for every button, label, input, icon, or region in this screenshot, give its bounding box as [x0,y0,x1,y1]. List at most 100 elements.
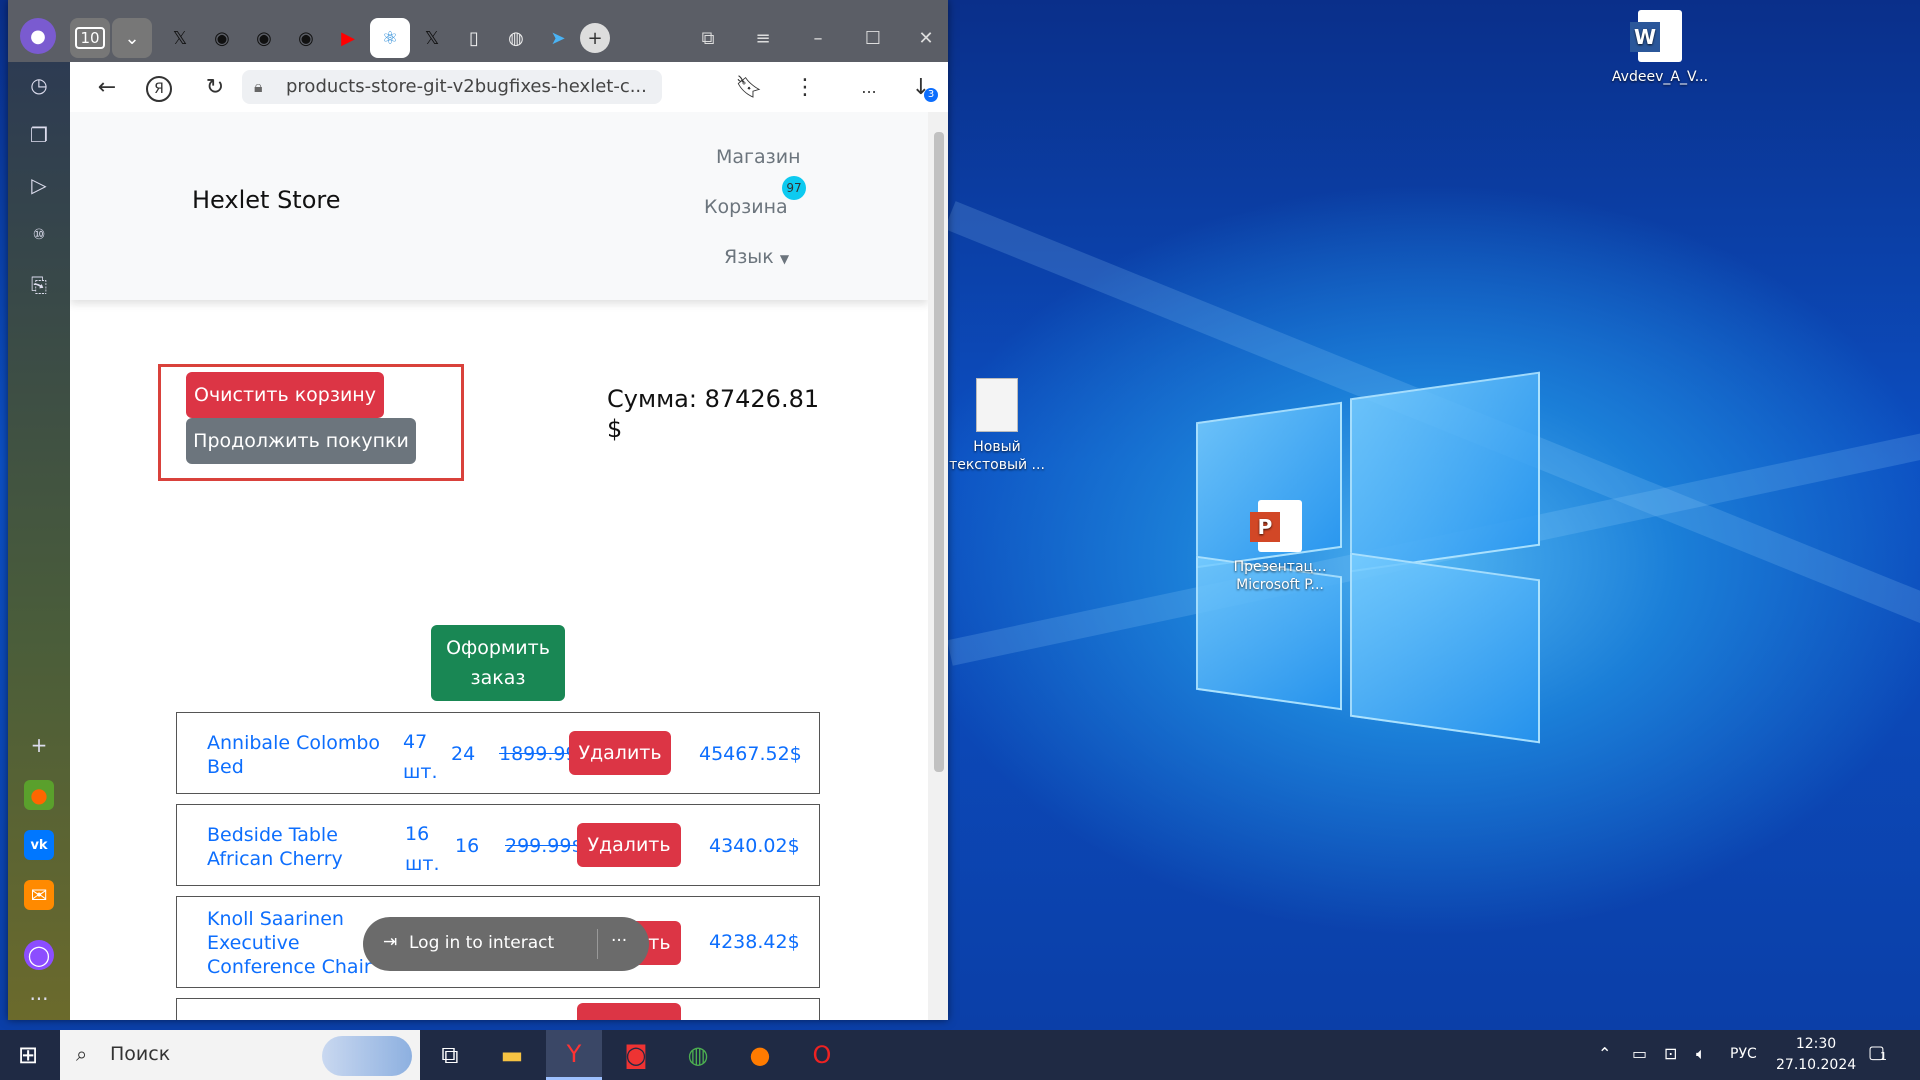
tab-github-icon[interactable]: ◉ [202,18,242,58]
item-stock: 16 [455,835,480,857]
tab-react-icon[interactable]: ⚛ [370,18,410,58]
tab-github-icon[interactable]: ◉ [244,18,284,58]
start-button[interactable]: ⊞ [0,1030,56,1080]
show-hidden-icons[interactable]: ⌃ [1598,1044,1611,1063]
more-options-icon[interactable]: ··· [611,931,627,951]
new-tab-button[interactable]: + [580,23,610,53]
desktop-icon-text-file[interactable]: Новый текстовый ... [937,378,1057,474]
nav-language-dropdown[interactable]: Язык ▼ [724,246,789,268]
browser-toolbar: ← Я ↻ 🔒︎ products-store-git-v2bugfixes-h… [70,62,948,112]
close-icon[interactable]: ✕ [906,18,946,58]
file-explorer-icon[interactable]: ▬ [484,1030,540,1080]
caret-down-icon: ▼ [779,252,790,266]
screenshot-icon[interactable]: ⎘ [24,270,54,300]
yandex-browser-icon[interactable]: Y [546,1030,602,1080]
volume-icon[interactable]: 🔈︎ [1696,1044,1706,1064]
desktop-icon-label: текстовый ... [949,457,1045,473]
cart-count-badge: 97 [782,176,806,200]
text-file-icon [976,378,1018,432]
windows-logo-pane [1350,371,1540,573]
item-stock: 24 [451,743,476,765]
maximize-icon[interactable]: ☐ [853,18,893,58]
delete-item-button[interactable]: Удалить [569,731,671,775]
item-total: 4340.02$ [709,835,800,857]
tabs-counter-icon[interactable]: ⑩ [24,220,54,250]
nav-cart-link[interactable]: Корзина 97 [704,176,806,218]
continue-shopping-button[interactable]: Продолжить покупки [186,418,416,464]
yandex-icon[interactable]: Я [146,76,172,102]
item-quantity: 16 шт. [405,823,440,875]
reload-icon[interactable]: ↻ [200,72,230,102]
page-menu-icon[interactable]: ⋮ [790,72,820,102]
bookmarks-icon[interactable]: ⧉ [688,18,728,58]
checkout-button[interactable]: Оформить заказ [431,625,565,701]
add-panel-icon[interactable]: + [24,730,54,760]
mail-icon[interactable]: ✉ [24,880,54,910]
desktop-icon-powerpoint[interactable]: P Презентац... Microsoft P... [1220,500,1340,594]
chrome-icon[interactable]: ◍ [670,1030,726,1080]
login-label: Log in to interact [409,933,555,953]
login-prompt[interactable]: ⇥ Log in to interact ··· [363,917,649,971]
tab-youtube-icon[interactable]: ▶ [328,18,368,58]
nav-shop-link[interactable]: Магазин [716,146,801,168]
minimize-icon[interactable]: – [798,18,838,58]
more-icon[interactable]: ··· [24,984,54,1014]
tab-x-icon[interactable]: 𝕏 [160,18,200,58]
tabs-dropdown-icon[interactable]: ⌄ [112,18,152,58]
extensions-more-button[interactable]: ... [854,72,884,102]
desktop-icon-label: Новый [973,439,1021,455]
cart-item-row: Bedside Table African Cherry 16 шт. 16 2… [176,804,820,886]
tab-document-icon[interactable]: ▯ [454,18,494,58]
address-text: products-store-git-v2bugfixes-hexlet-c..… [286,76,647,97]
desktop-icon-label: Презентац... [1233,559,1327,575]
app-icon[interactable]: ● [24,780,54,810]
input-language[interactable]: РУС [1730,1046,1757,1062]
collections-icon[interactable]: ❐ [24,120,54,150]
windows-logo-pane [1350,552,1540,744]
cart-item-row: Annibale Colombo Bed 47 шт. 24 1899.99$ … [176,712,820,794]
address-bar[interactable]: 🔒︎ products-store-git-v2bugfixes-hexlet-… [242,70,662,104]
browser-window: ● 10 ⌄ 𝕏 ◉ ◉ ◉ ▶ ⚛ 𝕏 ▯ ◍ ➤ + ⧉ ≡ – ☐ ✕ ◷… [8,0,948,1020]
scrollbar-thumb[interactable] [934,132,944,772]
menu-icon[interactable]: ≡ [743,18,783,58]
item-name-link[interactable]: Knoll Saarinen Executive Conference Chai… [207,907,372,979]
tab-group-counter[interactable]: 10 [70,18,110,58]
taskbar-search-box[interactable]: ⌕ Поиск [60,1030,420,1080]
battery-icon[interactable]: ▭ [1632,1044,1647,1063]
history-icon[interactable]: ◷ [24,70,54,100]
word-file-icon: W [1630,10,1682,62]
recorder-icon[interactable]: ◙ [608,1030,664,1080]
item-price: 299.99$ [505,835,584,857]
item-name-link[interactable]: Bedside Table African Cherry [207,823,343,871]
network-icon[interactable]: ⊡ [1664,1044,1677,1063]
cart-sum: Сумма: 87426.81 $ [607,385,820,443]
delete-item-button[interactable]: Удалить [577,823,681,867]
video-icon[interactable]: ▷ [24,170,54,200]
brand-link[interactable]: Hexlet Store [192,186,341,214]
tab-github-icon[interactable]: ◉ [286,18,326,58]
back-icon[interactable]: ← [92,72,122,102]
vk-icon[interactable]: vk [24,830,54,860]
tab-telegram-icon[interactable]: ➤ [538,18,578,58]
downloads-icon[interactable]: ↓ 3 [906,72,938,102]
search-icon: ⌕ [76,1042,88,1066]
alice-assistant-icon[interactable]: ◯ [24,940,54,970]
store-navbar: Hexlet Store Магазин Корзина 97 Язык ▼ [70,112,928,300]
item-name-link[interactable]: Annibale Colombo Bed [207,731,380,779]
clock[interactable]: 12:30 27.10.2024 [1776,1034,1856,1076]
profile-avatar-icon[interactable]: ● [20,18,56,54]
task-view-icon[interactable]: ⧉ [422,1030,478,1080]
page-scrollbar[interactable] [928,112,948,1020]
tab-globe-icon[interactable]: ◍ [496,18,536,58]
bookmark-icon[interactable]: 🔖︎ [734,72,764,102]
windows-taskbar: ⊞ ⌕ Поиск ⧉ ▬ Y ◙ ◍ ● O ⌃ ▭ ⊡ 🔈︎ РУС 12:… [0,1030,1920,1080]
search-placeholder: Поиск [110,1043,171,1065]
clear-cart-button[interactable]: Очистить корзину [186,372,384,418]
desktop-icon-word[interactable]: W Avdeev_A_V... [1600,10,1720,86]
notifications-icon[interactable]: ▢ 1 [1868,1042,1887,1063]
browser-sidepanel: ◷ ❐ ▷ ⑩ ⎘ + ● vk ✉ ◯ ··· [8,62,70,1020]
tab-x-icon[interactable]: 𝕏 [412,18,452,58]
opera-icon[interactable]: O [794,1030,850,1080]
firefox-icon[interactable]: ● [732,1030,788,1080]
delete-item-button[interactable] [577,1003,681,1020]
